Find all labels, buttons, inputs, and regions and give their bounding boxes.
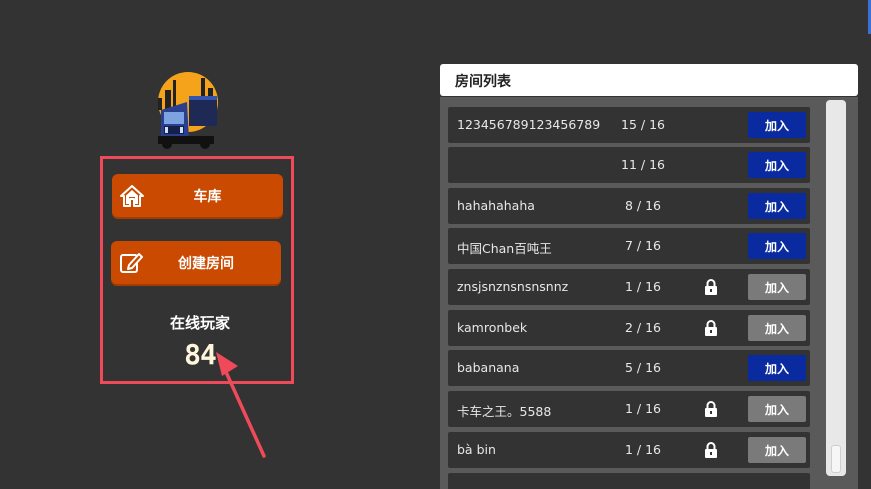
room-name: 中国Chan百吨王 (457, 241, 552, 256)
room-row: 中国Chan百吨王 7 / 16 加入 (448, 228, 810, 264)
join-room-button[interactable]: 加入 (748, 112, 806, 138)
room-name: znsjsnznsnsnsnnz (457, 279, 569, 294)
join-room-button[interactable]: 加入 (748, 274, 806, 300)
room-row: 卡车之王。5588 1 / 16 加入 (448, 391, 810, 427)
room-player-count: 11 / 16 (621, 157, 665, 172)
scrollbar-thumb[interactable] (831, 445, 841, 473)
join-room-button[interactable]: 加入 (748, 152, 806, 178)
join-room-button[interactable]: 加入 (748, 355, 806, 381)
online-players-count: 84 (184, 338, 217, 371)
join-room-button[interactable]: 加入 (748, 437, 806, 463)
room-player-count: 7 / 16 (624, 238, 662, 253)
room-row: bà bin 1 / 16 加入 (448, 432, 810, 468)
room-row: znsjsnznsnsnsnnz 1 / 16 加入 (448, 269, 810, 305)
room-name: 卡车之王。5588 (457, 404, 552, 419)
room-list: 123456789123456789 15 / 16 加入 11 / 16 加入… (440, 97, 858, 489)
room-row: babanana 5 / 16 加入 (448, 350, 810, 386)
room-player-count: 5 / 16 (624, 360, 662, 375)
room-name: 123456789123456789 (457, 117, 601, 132)
truck-logo (158, 72, 218, 149)
room-player-count: 1 / 16 (624, 401, 662, 416)
lock-icon (705, 279, 717, 295)
create-room-button-label: 创建房间 (178, 255, 234, 272)
room-name: bà bin (457, 442, 496, 457)
lock-icon (705, 320, 717, 336)
join-room-button[interactable]: 加入 (748, 396, 806, 422)
garage-button[interactable]: 车库 (112, 174, 283, 217)
room-name: babanana (457, 360, 520, 375)
room-player-count: 1 / 16 (624, 279, 662, 294)
lock-icon (705, 442, 717, 458)
game-lobby: 车库 创建房间 在线玩家 84 房间列表 123456789123456789 … (0, 0, 871, 489)
room-player-count: 15 / 16 (621, 117, 665, 132)
room-name: kamronbek (457, 320, 528, 335)
online-players-label: 在线玩家 (169, 314, 230, 332)
room-list-scrollbar[interactable] (826, 100, 846, 476)
house-icon (112, 174, 152, 217)
room-player-count: 1 / 16 (624, 442, 662, 457)
room-row: kamronbek 2 / 16 加入 (448, 310, 810, 346)
room-player-count: 8 / 16 (624, 198, 662, 213)
room-list-header: 房间列表 (440, 64, 858, 96)
room-row: 11 / 16 加入 (448, 147, 810, 183)
lock-icon (705, 401, 717, 417)
join-room-button[interactable]: 加入 (748, 315, 806, 341)
room-list-title: 房间列表 (455, 74, 511, 90)
room-row: hahahahaha 8 / 16 加入 (448, 188, 810, 224)
garage-button-label: 车库 (193, 188, 222, 205)
room-player-count: 2 / 16 (624, 320, 662, 335)
edit-icon (111, 241, 151, 284)
join-room-button[interactable]: 加入 (748, 193, 806, 219)
room-row-partial (448, 473, 810, 489)
room-row: 123456789123456789 15 / 16 加入 (448, 107, 810, 143)
create-room-button[interactable]: 创建房间 (111, 241, 281, 284)
room-name: hahahahaha (457, 198, 535, 213)
join-room-button[interactable]: 加入 (748, 233, 806, 259)
